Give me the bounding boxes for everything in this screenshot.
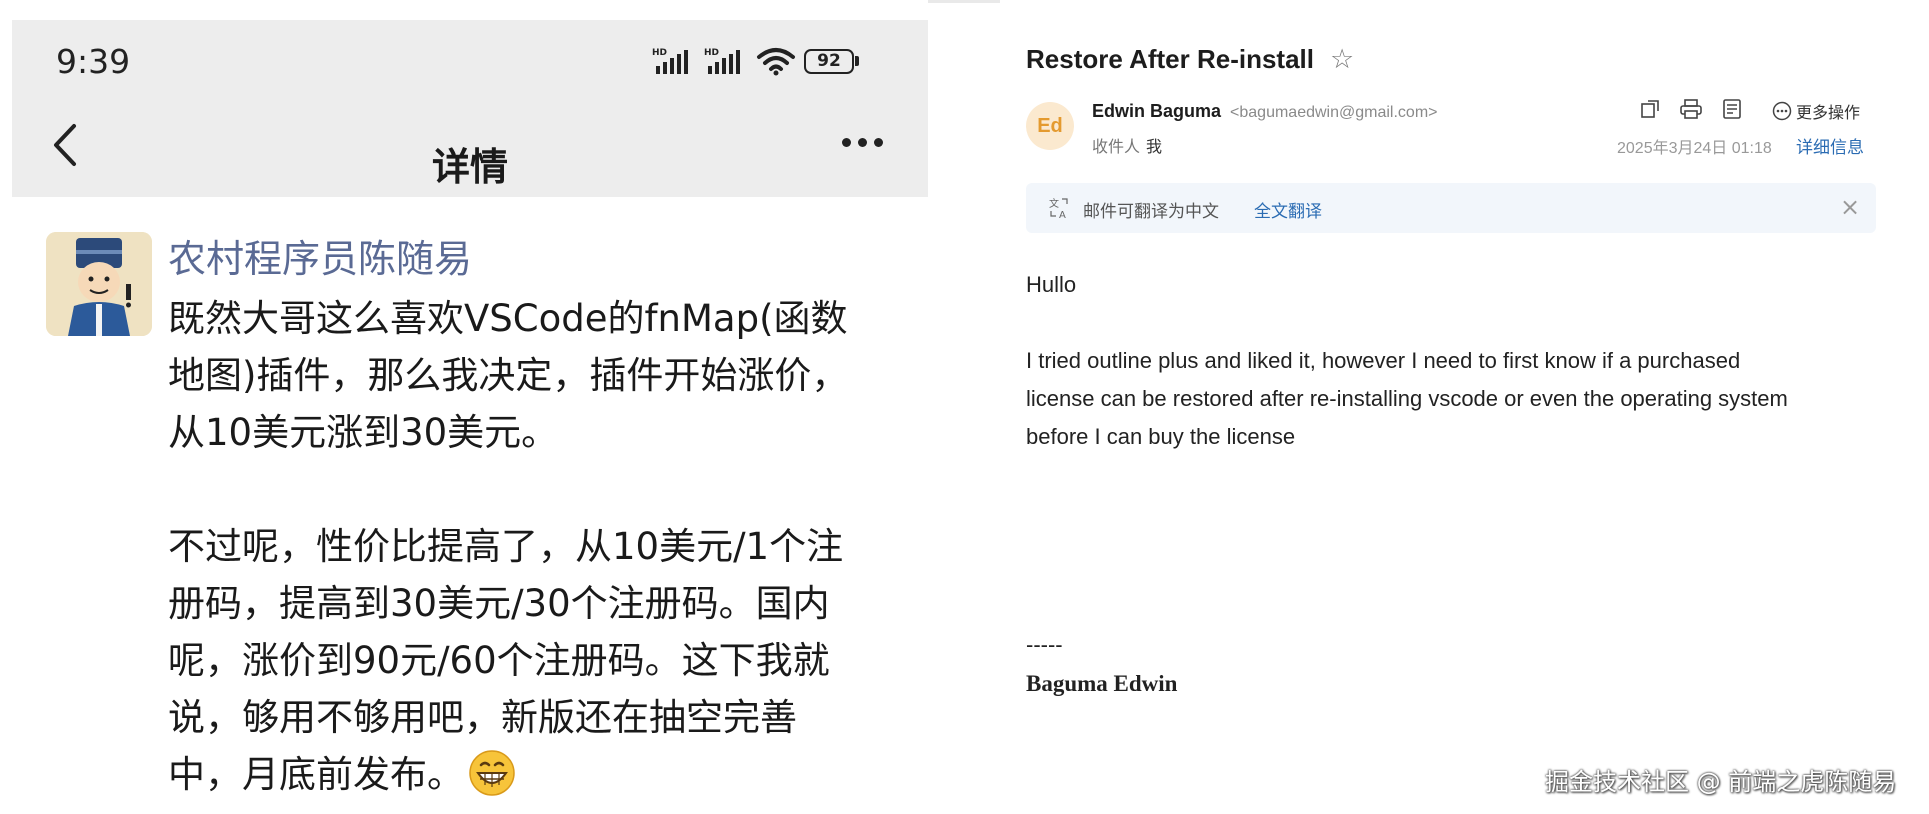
signal-icon: HD: [652, 48, 688, 74]
recipient-name[interactable]: 我: [1146, 139, 1162, 156]
email-view: Restore After Re-install ☆ Ed Edwin Bagu…: [1000, 0, 1929, 814]
more-actions-button[interactable]: 更多操作: [1772, 99, 1860, 123]
signature-separator: -----: [1026, 632, 1063, 657]
signature-name: Baguma Edwin: [1026, 671, 1178, 696]
post-author[interactable]: 农村程序员陈随易: [168, 228, 472, 283]
close-icon[interactable]: ×: [1840, 193, 1860, 221]
email-subject: Restore After Re-install: [1026, 44, 1314, 74]
svg-text:HD: HD: [652, 48, 667, 58]
email-body-line: license can be restored after re-install…: [1026, 386, 1788, 411]
sender-name[interactable]: Edwin Baguma: [1092, 101, 1221, 121]
post-paragraph: 既然大哥这么喜欢VSCode的fnMap(函数 地图)插件，那么我决定，插件开始…: [168, 297, 849, 454]
svg-text:A: A: [1059, 210, 1066, 219]
grinning-emoji-icon: [469, 750, 515, 796]
print-icon[interactable]: [1680, 99, 1702, 119]
details-link[interactable]: 详细信息: [1796, 133, 1864, 158]
star-icon[interactable]: ☆: [1330, 44, 1354, 75]
battery-level: 92: [804, 48, 854, 74]
sender-email[interactable]: <bagumaedwin@gmail.com>: [1230, 104, 1437, 121]
more-actions-label: 更多操作: [1796, 105, 1861, 122]
sender-avatar[interactable]: Ed: [1026, 102, 1074, 150]
svg-text:HD: HD: [704, 48, 719, 58]
post-content: 既然大哥这么喜欢VSCode的fnMap(函数 地图)插件，那么我决定，插件开始…: [168, 290, 898, 803]
translate-full-link[interactable]: 全文翻译: [1254, 197, 1322, 222]
battery-icon: 92: [804, 48, 859, 74]
email-greeting: Hullo: [1026, 272, 1077, 297]
translate-banner: 文 A 邮件可翻译为中文 全文翻译 ×: [1026, 183, 1876, 233]
translate-text: 邮件可翻译为中文: [1083, 202, 1219, 222]
watermark: 掘金技术社区 @ 前端之虎陈随易: [1545, 768, 1897, 796]
translate-icon: 文 A: [1049, 197, 1068, 219]
note-icon[interactable]: [1722, 99, 1742, 119]
signal-icon: HD: [704, 48, 740, 74]
status-time: 9:39: [56, 42, 131, 81]
status-icons: HD HD 92: [652, 46, 859, 76]
recipient-label: 收件人: [1092, 139, 1141, 156]
email-body-line: before I can buy the license: [1026, 424, 1296, 449]
email-toolbar: [1640, 99, 1742, 119]
email-body-line: I tried outline plus and liked it, howev…: [1026, 348, 1741, 373]
phone-header: 9:39 HD HD 92 详情: [12, 20, 928, 197]
post-paragraph: 不过呢，性价比提高了，从10美元/1个注 册码，提高到30美元/30个注册码。国…: [168, 518, 898, 803]
avatar[interactable]: [46, 232, 152, 336]
page-title: 详情: [431, 145, 508, 189]
email-body: Hullo I tried outline plus and liked it,…: [1026, 266, 1886, 456]
more-options-icon: [1772, 101, 1792, 121]
email-date: 2025年3月24日 01:18: [1617, 140, 1772, 157]
phone-screenshot: 9:39 HD HD 92 详情 农村程序员陈随易 既然大哥这么喜欢VSCode…: [0, 0, 928, 814]
more-icon[interactable]: [842, 138, 883, 147]
wifi-icon: [757, 48, 795, 76]
sender-line: Edwin Baguma <bagumaedwin@gmail.com>: [1092, 101, 1438, 122]
recipient-line: 收件人我: [1092, 133, 1162, 157]
svg-text:文: 文: [1049, 197, 1059, 210]
new-window-icon[interactable]: [1640, 99, 1660, 119]
